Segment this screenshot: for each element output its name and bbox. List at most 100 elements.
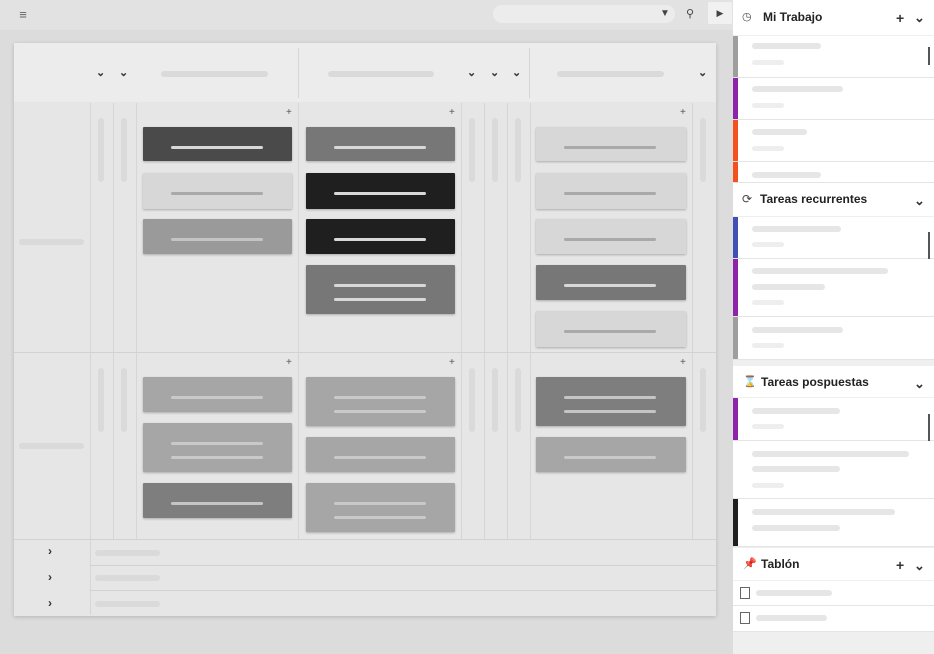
- task-card[interactable]: [306, 483, 455, 532]
- chevron-right-icon[interactable]: ›: [48, 544, 52, 558]
- add-card-button[interactable]: +: [286, 357, 292, 368]
- divider: [461, 103, 462, 539]
- search-icon[interactable]: ⚲: [682, 6, 698, 22]
- collapsed-column-slot: [469, 118, 475, 182]
- add-button[interactable]: +: [896, 10, 904, 26]
- task-card[interactable]: [536, 173, 686, 209]
- color-bar: [733, 259, 738, 316]
- collapsed-column-slot: [492, 118, 498, 182]
- row-label-placeholder: [95, 601, 160, 607]
- hourglass-icon: ⌛: [743, 376, 757, 388]
- task-card[interactable]: [306, 265, 455, 314]
- row-divider: [90, 590, 716, 591]
- panel-item[interactable]: [733, 398, 934, 441]
- chevron-down-icon[interactable]: ⌄: [914, 193, 925, 209]
- task-card[interactable]: [143, 377, 292, 412]
- task-card[interactable]: [143, 173, 292, 209]
- section-title: Mi Trabajo: [763, 10, 823, 24]
- task-card[interactable]: [536, 311, 686, 347]
- panel-toggle-button[interactable]: ▶: [708, 2, 732, 24]
- divider: [507, 103, 508, 539]
- row-divider: [14, 539, 716, 540]
- task-card[interactable]: [143, 483, 292, 518]
- task-card[interactable]: [306, 219, 455, 254]
- chevron-down-icon[interactable]: ⌄: [512, 66, 521, 79]
- divider: [298, 103, 299, 539]
- add-card-button[interactable]: +: [286, 107, 292, 118]
- chevron-down-icon[interactable]: ⌄: [914, 558, 925, 574]
- panel-item[interactable]: [733, 317, 934, 360]
- panel-item[interactable]: [733, 120, 934, 162]
- collapsed-column-slot: [98, 118, 104, 182]
- add-card-button[interactable]: +: [449, 357, 455, 368]
- divider: [298, 48, 299, 98]
- color-bar: [733, 317, 738, 359]
- collapsed-column-slot: [121, 118, 127, 182]
- collapsed-column-slot: [469, 368, 475, 432]
- menu-icon[interactable]: ≡: [14, 7, 32, 23]
- filter-icon[interactable]: ▼: [657, 6, 673, 22]
- row-label-placeholder: [95, 575, 160, 581]
- panel-item[interactable]: [733, 499, 934, 547]
- section-title: Tablón: [761, 557, 800, 571]
- chevron-down-icon[interactable]: ⌄: [914, 10, 925, 26]
- collapsed-column-slot: [492, 368, 498, 432]
- divider: [113, 103, 114, 539]
- color-bar: [733, 78, 738, 119]
- task-card[interactable]: [536, 219, 686, 254]
- collapsed-column-slot: [515, 118, 521, 182]
- collapsed-column-slot: [700, 118, 706, 182]
- search-input[interactable]: [493, 5, 675, 23]
- task-card[interactable]: [536, 377, 686, 426]
- add-card-button[interactable]: +: [449, 107, 455, 118]
- image-file-icon: [740, 612, 750, 624]
- chevron-down-icon[interactable]: ⌄: [698, 66, 707, 79]
- add-card-button[interactable]: +: [680, 357, 686, 368]
- refresh-icon: ⟳: [742, 192, 753, 206]
- task-card[interactable]: [143, 423, 292, 472]
- collapsed-column-slot: [121, 368, 127, 432]
- collapsed-column-slot: [700, 368, 706, 432]
- chevron-down-icon[interactable]: ⌄: [96, 66, 105, 79]
- task-card[interactable]: [306, 377, 455, 426]
- chevron-down-icon[interactable]: ⌄: [119, 66, 128, 79]
- color-bar: [733, 36, 738, 77]
- add-card-button[interactable]: +: [680, 107, 686, 118]
- section-title: Tareas pospuestas: [761, 375, 869, 389]
- collapsed-column-slot: [98, 368, 104, 432]
- clock-icon: ◷: [742, 11, 752, 23]
- row-label-placeholder: [19, 239, 84, 245]
- panel-item[interactable]: [733, 217, 934, 259]
- color-bar: [733, 398, 738, 440]
- pin-icon: 📌: [743, 558, 757, 570]
- row-divider: [14, 352, 716, 353]
- task-card[interactable]: [536, 127, 686, 161]
- task-card[interactable]: [536, 265, 686, 300]
- chevron-down-icon[interactable]: ⌄: [467, 66, 476, 79]
- task-card[interactable]: [143, 127, 292, 161]
- collapsed-column-slot: [515, 368, 521, 432]
- divider: [530, 103, 531, 539]
- color-bar: [733, 162, 738, 182]
- chevron-right-icon[interactable]: ›: [48, 570, 52, 584]
- section-title: Tareas recurrentes: [760, 192, 868, 206]
- column-title-placeholder: [328, 71, 434, 77]
- chevron-right-icon[interactable]: ›: [48, 596, 52, 610]
- task-card[interactable]: [143, 219, 292, 254]
- add-button[interactable]: +: [896, 557, 904, 573]
- divider: [529, 48, 530, 98]
- scrollbar[interactable]: [928, 47, 930, 65]
- panel-item[interactable]: [733, 78, 934, 120]
- task-card[interactable]: [306, 127, 455, 161]
- task-card[interactable]: [306, 173, 455, 209]
- column-title-placeholder: [557, 71, 664, 77]
- divider: [484, 103, 485, 539]
- task-card[interactable]: [536, 437, 686, 472]
- color-bar: [733, 499, 738, 546]
- row-label-placeholder: [95, 550, 160, 556]
- color-bar: [733, 120, 738, 161]
- task-card[interactable]: [306, 437, 455, 472]
- column-title-placeholder: [161, 71, 268, 77]
- chevron-down-icon[interactable]: ⌄: [490, 66, 499, 79]
- chevron-down-icon[interactable]: ⌄: [914, 376, 925, 392]
